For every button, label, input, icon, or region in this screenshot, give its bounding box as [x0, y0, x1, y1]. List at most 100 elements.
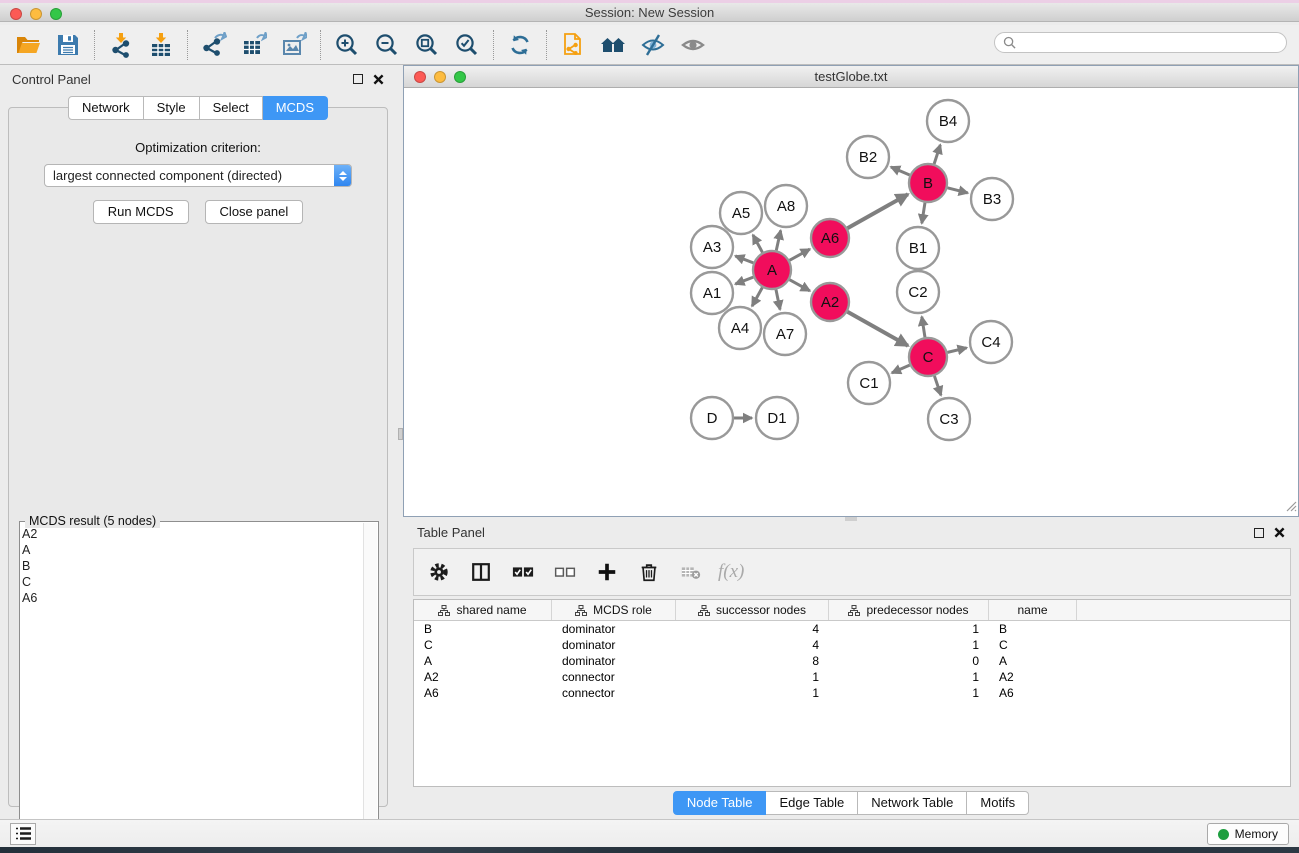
table-cell[interactable]: 1	[676, 686, 829, 700]
graph-edge-A-A2[interactable]	[790, 280, 810, 291]
table-cell[interactable]: 8	[676, 654, 829, 668]
table-cell[interactable]: 1	[829, 638, 989, 652]
result-list-item[interactable]: A6	[22, 590, 362, 606]
tab-mcds[interactable]: MCDS	[263, 96, 328, 120]
float-table-panel-icon[interactable]	[1254, 528, 1264, 538]
delete-row-trash-icon[interactable]	[634, 557, 664, 587]
table-cell[interactable]: 1	[829, 686, 989, 700]
column-header-shared-name[interactable]: shared name	[414, 600, 552, 620]
table-cell[interactable]: 1	[829, 670, 989, 684]
add-row-plus-icon[interactable]	[592, 557, 622, 587]
graph-edge-A-A5[interactable]	[753, 235, 763, 252]
table-cell[interactable]: 4	[676, 638, 829, 652]
column-visibility-icon[interactable]	[466, 557, 496, 587]
float-panel-icon[interactable]	[353, 74, 363, 84]
column-header-name[interactable]: name	[989, 600, 1077, 620]
table-row[interactable]: Cdominator41C	[414, 637, 1290, 653]
export-image-icon[interactable]	[274, 28, 314, 62]
open-folder-icon[interactable]	[8, 28, 48, 62]
task-history-list-icon[interactable]	[10, 823, 36, 845]
criterion-dropdown[interactable]: largest connected component (directed)	[44, 164, 352, 187]
graph-edge-B-B1[interactable]	[922, 203, 925, 224]
graph-edge-C-C3[interactable]	[934, 376, 941, 395]
close-panel-icon[interactable]	[373, 74, 384, 85]
result-list-item[interactable]: A	[22, 542, 362, 558]
table-cell[interactable]: 1	[676, 670, 829, 684]
deselect-all-checkboxes-icon[interactable]	[550, 557, 580, 587]
table-row[interactable]: A6connector11A6	[414, 685, 1290, 701]
resize-grip-icon[interactable]	[1283, 498, 1297, 515]
table-row[interactable]: Bdominator41B	[414, 621, 1290, 637]
graph-edge-A-A8[interactable]	[776, 230, 780, 250]
settings-gear-icon[interactable]	[424, 557, 454, 587]
close-panel-button[interactable]: Close panel	[205, 200, 304, 224]
maximize-window-icon[interactable]	[50, 8, 62, 20]
result-list-item[interactable]: B	[22, 558, 362, 574]
show-eye-icon[interactable]	[673, 28, 713, 62]
zoom-fit-icon[interactable]	[407, 28, 447, 62]
refresh-icon[interactable]	[500, 28, 540, 62]
graph-edge-A-A3[interactable]	[735, 256, 753, 263]
tab-select[interactable]: Select	[200, 96, 263, 120]
result-scrollbar[interactable]	[363, 523, 377, 853]
table-cell[interactable]: A2	[414, 670, 552, 684]
graph-edge-B-B2[interactable]	[891, 167, 910, 175]
select-all-checkboxes-icon[interactable]	[508, 557, 538, 587]
graph-edge-C-C1[interactable]	[892, 365, 910, 373]
table-cell[interactable]: 0	[829, 654, 989, 668]
search-box[interactable]	[994, 32, 1287, 53]
export-table-icon[interactable]	[234, 28, 274, 62]
run-mcds-button[interactable]: Run MCDS	[93, 200, 189, 224]
network-minimize-icon[interactable]	[434, 71, 446, 83]
network-graph[interactable]: B4B2BB3A5A8A6A3B1AA1C2A2A4A7C4CC1C3DD1	[404, 88, 1298, 516]
tab-style[interactable]: Style	[144, 96, 200, 120]
result-list-item[interactable]: A2	[22, 526, 362, 542]
graph-edge-A2-C[interactable]	[847, 312, 908, 346]
table-cell[interactable]: A	[414, 654, 552, 668]
tab-network-table[interactable]: Network Table	[858, 791, 967, 815]
tab-motifs[interactable]: Motifs	[967, 791, 1029, 815]
graph-edge-A-A7[interactable]	[776, 290, 780, 310]
table-cell[interactable]: 4	[676, 622, 829, 636]
graph-edge-A-A6[interactable]	[790, 249, 810, 260]
table-cell[interactable]: connector	[552, 670, 676, 684]
search-input[interactable]	[1021, 36, 1278, 50]
table-cell[interactable]: connector	[552, 686, 676, 700]
table-cell[interactable]: A6	[414, 686, 552, 700]
column-header-predecessor-nodes[interactable]: predecessor nodes	[829, 600, 989, 620]
graph-edge-A6-B[interactable]	[847, 194, 908, 228]
zoom-out-icon[interactable]	[367, 28, 407, 62]
tab-node-table[interactable]: Node Table	[673, 791, 767, 815]
table-cell[interactable]: B	[414, 622, 552, 636]
graph-edge-C-C4[interactable]	[947, 348, 966, 353]
graph-edge-B-B4[interactable]	[934, 145, 940, 164]
memory-button[interactable]: Memory	[1207, 823, 1289, 845]
export-network-icon[interactable]	[194, 28, 234, 62]
table-cell[interactable]: 1	[829, 622, 989, 636]
table-row[interactable]: Adominator80A	[414, 653, 1290, 669]
mcds-result-list[interactable]: A2ABCA6	[22, 526, 362, 853]
close-table-panel-icon[interactable]	[1274, 527, 1285, 538]
tab-network[interactable]: Network	[68, 96, 144, 120]
graph-edge-A-A1[interactable]	[735, 277, 753, 284]
table-cell[interactable]: A6	[989, 686, 1077, 700]
table-cell[interactable]: dominator	[552, 622, 676, 636]
hide-panel-eye-icon[interactable]	[633, 28, 673, 62]
import-table-icon[interactable]	[141, 28, 181, 62]
table-cell[interactable]: C	[989, 638, 1077, 652]
home-icon[interactable]	[593, 28, 633, 62]
graph-edge-B-B3[interactable]	[947, 188, 967, 193]
tab-edge-table[interactable]: Edge Table	[766, 791, 858, 815]
save-icon[interactable]	[48, 28, 88, 62]
column-header-MCDS-role[interactable]: MCDS role	[552, 600, 676, 620]
close-window-icon[interactable]	[10, 8, 22, 20]
zoom-selected-icon[interactable]	[447, 28, 487, 62]
network-close-icon[interactable]	[414, 71, 426, 83]
vertical-splitter-handle[interactable]	[398, 428, 403, 440]
network-canvas[interactable]: B4B2BB3A5A8A6A3B1AA1C2A2A4A7C4CC1C3DD1	[404, 88, 1298, 516]
graph-edge-C-C2[interactable]	[922, 317, 925, 338]
graph-edge-A-A4[interactable]	[752, 288, 762, 307]
table-cell[interactable]: dominator	[552, 654, 676, 668]
table-cell[interactable]: B	[989, 622, 1077, 636]
table-cell[interactable]: A	[989, 654, 1077, 668]
